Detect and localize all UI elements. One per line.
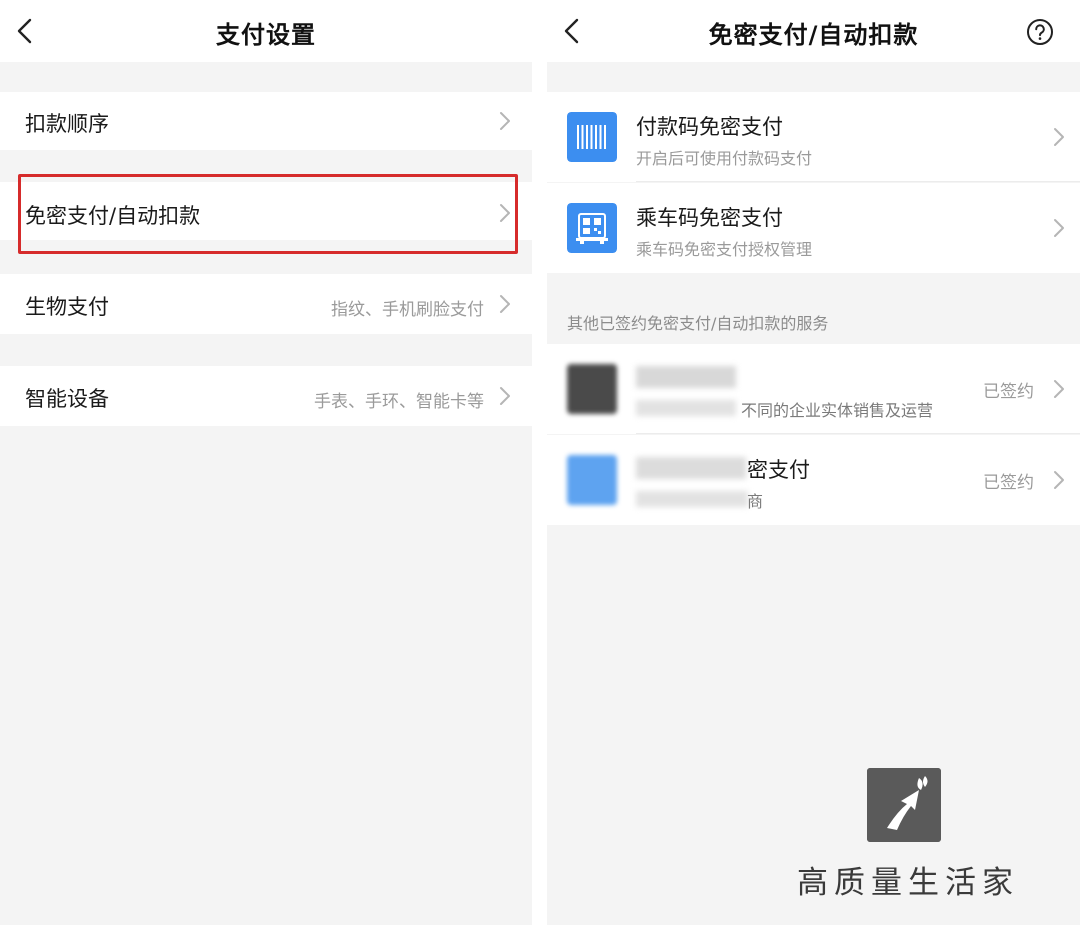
settings-item-label: 扣款顺序: [25, 112, 109, 136]
service-title: 付款码免密支付: [636, 115, 783, 139]
settings-item-label: 智能设备: [25, 387, 109, 411]
settings-item-value: 指纹、手机刷脸支付: [331, 300, 484, 320]
service-item-ridecode[interactable]: 乘车码免密支付 乘车码免密支付授权管理: [547, 183, 1080, 273]
blurred-subtitle-prefix: [636, 491, 748, 507]
signed-status: 已签约: [983, 382, 1034, 402]
service-subtitle: 开启后可使用付款码支付: [636, 149, 813, 168]
row-separator: [636, 433, 1080, 434]
apple-app-icon: [567, 364, 617, 414]
signed-service-item-merchant[interactable]: 密支付 商 已签约: [547, 435, 1080, 525]
settings-item-value: 手表、手环、智能卡等: [314, 392, 484, 412]
service-subtitle: 商: [747, 492, 764, 511]
merchant-app-icon: [567, 455, 617, 505]
page-title: 支付设置: [216, 21, 316, 49]
secret-free-payment-screen: 免密支付/自动扣款 付款码免密支付 开启后可使用付款码支付 乘车码免密支付 乘车…: [547, 0, 1080, 925]
settings-item-secret-free-payment[interactable]: 免密支付/自动扣款: [0, 182, 532, 240]
service-title: 密支付: [747, 458, 810, 482]
signed-service-item-apple[interactable]: 不同的企业实体销售及运营 已签约: [547, 344, 1080, 434]
watermark-text: 高质量生活家: [797, 865, 1019, 901]
panel-divider: [532, 0, 547, 925]
watermark-logo-icon: [867, 768, 941, 842]
chevron-right-icon: [500, 387, 510, 405]
barcode-icon: [567, 112, 617, 162]
row-separator: [636, 181, 1080, 182]
settings-item-label: 生物支付: [25, 295, 109, 319]
top-nav-bar: 支付设置: [0, 0, 532, 62]
signed-status: 已签约: [983, 473, 1034, 493]
service-subtitle: 不同的企业实体销售及运营: [741, 401, 934, 420]
chevron-right-icon: [500, 112, 510, 130]
blurred-title: [636, 366, 736, 388]
service-title: 乘车码免密支付: [636, 206, 783, 230]
settings-item-smart-devices[interactable]: 智能设备 手表、手环、智能卡等: [0, 366, 532, 426]
section-caption: 其他已签约免密支付/自动扣款的服务: [567, 314, 829, 333]
help-question-icon[interactable]: [1026, 18, 1054, 46]
page-title: 免密支付/自动扣款: [708, 21, 919, 49]
service-item-paycode[interactable]: 付款码免密支付 开启后可使用付款码支付: [547, 92, 1080, 182]
chevron-right-icon: [1054, 219, 1064, 237]
settings-item-label: 免密支付/自动扣款: [25, 204, 201, 228]
service-subtitle: 乘车码免密支付授权管理: [636, 240, 813, 259]
payment-settings-screen: 支付设置 扣款顺序 免密支付/自动扣款 生物支付 指纹、手机刷脸支付 智能设备 …: [0, 0, 532, 925]
settings-item-deduct-order[interactable]: 扣款顺序: [0, 92, 532, 150]
screenshot-stage: 支付设置 扣款顺序 免密支付/自动扣款 生物支付 指纹、手机刷脸支付 智能设备 …: [0, 0, 1080, 925]
settings-item-biometric-payment[interactable]: 生物支付 指纹、手机刷脸支付: [0, 274, 532, 334]
blurred-subtitle-prefix: [636, 400, 736, 416]
blurred-title: [636, 457, 746, 479]
chevron-right-icon: [500, 295, 510, 313]
top-nav-bar: 免密支付/自动扣款: [547, 0, 1080, 62]
chevron-right-icon: [1054, 128, 1064, 146]
chevron-right-icon: [1054, 380, 1064, 398]
chevron-right-icon: [500, 204, 510, 222]
chevron-right-icon: [1054, 471, 1064, 489]
bus-qr-icon: [567, 203, 617, 253]
